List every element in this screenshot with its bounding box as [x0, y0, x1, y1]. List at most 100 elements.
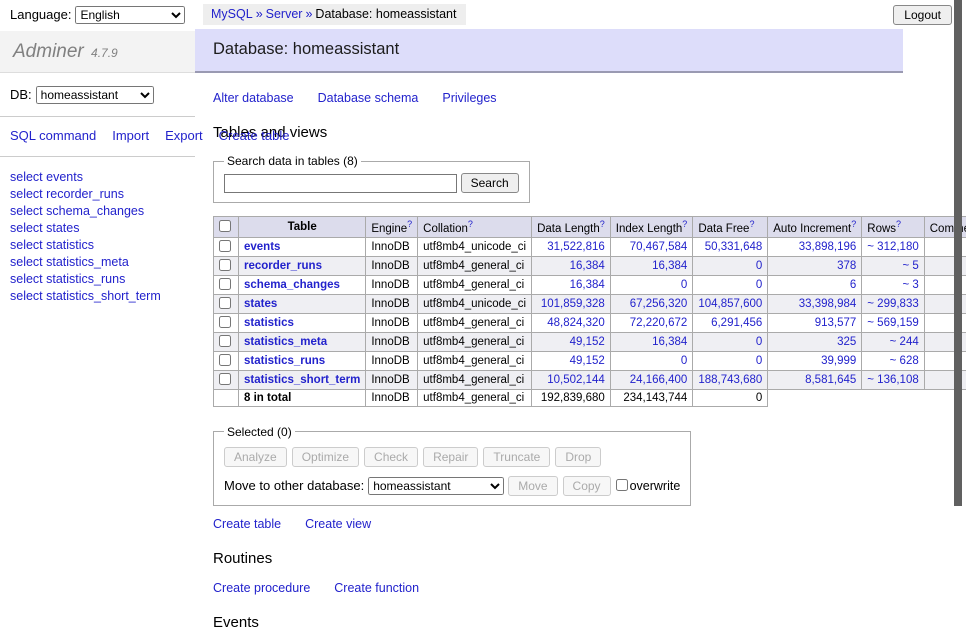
help-link[interactable]: ? [468, 219, 473, 229]
data-free-link[interactable]: 188,743,680 [698, 374, 762, 386]
overwrite-checkbox[interactable] [616, 479, 628, 491]
data-free-link[interactable]: 0 [756, 260, 762, 272]
auto-increment-link[interactable]: 913,577 [815, 317, 857, 329]
rows-link[interactable]: ~ 569,159 [867, 317, 918, 329]
copy-button[interactable]: Copy [563, 476, 611, 496]
data-free-link[interactable]: 104,857,600 [698, 298, 762, 310]
data-free-link[interactable]: 50,331,648 [705, 241, 763, 253]
sidebar-table-link[interactable]: select statistics [10, 238, 94, 252]
create-procedure-link[interactable]: Create procedure [213, 581, 310, 595]
auto-increment-link[interactable]: 6 [850, 279, 856, 291]
index-length-link[interactable]: 67,256,320 [630, 298, 688, 310]
alter-database-link[interactable]: Alter database [213, 91, 294, 105]
create-function-link[interactable]: Create function [334, 581, 419, 595]
index-length-link[interactable]: 16,384 [652, 260, 687, 272]
truncate-button[interactable]: Truncate [483, 447, 550, 467]
repair-button[interactable]: Repair [423, 447, 478, 467]
index-length-link[interactable]: 24,166,400 [630, 374, 688, 386]
create-table-link[interactable]: Create table [213, 517, 281, 531]
move-button[interactable]: Move [508, 476, 557, 496]
data-length-link[interactable]: 31,522,816 [547, 241, 605, 253]
data-length-link[interactable]: 49,152 [570, 355, 605, 367]
table-name-link[interactable]: recorder_runs [244, 260, 322, 272]
sidebar-table-link[interactable]: select states [10, 221, 79, 235]
table-name-link[interactable]: events [244, 241, 280, 253]
auto-increment-link[interactable]: 39,999 [821, 355, 856, 367]
row-checkbox[interactable] [219, 373, 231, 385]
sidebar-table-link[interactable]: select statistics_short_term [10, 289, 161, 303]
logout-button[interactable]: Logout [893, 5, 952, 25]
data-length-link[interactable]: 49,152 [570, 336, 605, 348]
data-length-link[interactable]: 101,859,328 [541, 298, 605, 310]
optimize-button[interactable]: Optimize [292, 447, 359, 467]
data-free-link[interactable]: 0 [756, 355, 762, 367]
row-checkbox[interactable] [219, 278, 231, 290]
index-length-link[interactable]: 72,220,672 [630, 317, 688, 329]
sidebar-table-link[interactable]: select schema_changes [10, 204, 144, 218]
table-name-link[interactable]: statistics_runs [244, 355, 325, 367]
breadcrumb-mysql-link[interactable]: MySQL [211, 7, 253, 21]
rows-link[interactable]: ~ 628 [890, 355, 919, 367]
row-checkbox[interactable] [219, 354, 231, 366]
search-button[interactable]: Search [461, 173, 519, 193]
table-name-link[interactable]: statistics_short_term [244, 374, 360, 386]
row-checkbox[interactable] [219, 316, 231, 328]
help-link[interactable]: ? [682, 219, 687, 229]
select-all-checkbox[interactable] [219, 220, 231, 232]
rows-link[interactable]: ~ 244 [890, 336, 919, 348]
import-link[interactable]: Import [112, 128, 149, 143]
help-link[interactable]: ? [851, 219, 856, 229]
language-select[interactable]: English [75, 6, 185, 24]
sql-command-link[interactable]: SQL command [10, 128, 96, 143]
auto-increment-link[interactable]: 33,898,196 [799, 241, 857, 253]
rows-link[interactable]: ~ 299,833 [867, 298, 918, 310]
table-name-link[interactable]: schema_changes [244, 279, 340, 291]
db-select[interactable]: homeassistant [36, 86, 154, 104]
sidebar-table-link[interactable]: select statistics_meta [10, 255, 129, 269]
row-checkbox[interactable] [219, 297, 231, 309]
help-link[interactable]: ? [749, 219, 754, 229]
database-schema-link[interactable]: Database schema [318, 91, 419, 105]
auto-increment-link[interactable]: 33,398,984 [799, 298, 857, 310]
data-free-link[interactable]: 6,291,456 [711, 317, 762, 329]
auto-increment-link[interactable]: 8,581,645 [805, 374, 856, 386]
help-link[interactable]: ? [407, 219, 412, 229]
row-checkbox[interactable] [219, 259, 231, 271]
table-name-link[interactable]: states [244, 298, 277, 310]
move-db-select[interactable]: homeassistant [368, 477, 504, 495]
auto-increment-link[interactable]: 378 [837, 260, 856, 272]
data-length-link[interactable]: 16,384 [570, 279, 605, 291]
index-length-link[interactable]: 0 [681, 279, 687, 291]
table-name-link[interactable]: statistics_meta [244, 336, 327, 348]
data-free-link[interactable]: 0 [756, 279, 762, 291]
table-name-link[interactable]: statistics [244, 317, 294, 329]
rows-link[interactable]: ~ 136,108 [867, 374, 918, 386]
rows-link[interactable]: ~ 312,180 [867, 241, 918, 253]
row-checkbox[interactable] [219, 335, 231, 347]
rows-link[interactable]: ~ 3 [902, 279, 918, 291]
auto-increment-link[interactable]: 325 [837, 336, 856, 348]
search-input[interactable] [224, 174, 457, 193]
help-link[interactable]: ? [600, 219, 605, 229]
analyze-button[interactable]: Analyze [224, 447, 287, 467]
index-length-link[interactable]: 0 [681, 355, 687, 367]
create-table-link-sidebar[interactable]: Create table [219, 128, 290, 143]
help-link[interactable]: ? [896, 219, 901, 229]
breadcrumb-server-link[interactable]: Server [266, 7, 303, 21]
create-view-link[interactable]: Create view [305, 517, 371, 531]
index-length-link[interactable]: 70,467,584 [630, 241, 688, 253]
index-length-link[interactable]: 16,384 [652, 336, 687, 348]
privileges-link[interactable]: Privileges [442, 91, 496, 105]
sidebar-table-link[interactable]: select statistics_runs [10, 272, 125, 286]
rows-link[interactable]: ~ 5 [902, 260, 918, 272]
sidebar-table-link[interactable]: select events [10, 170, 83, 184]
data-free-link[interactable]: 0 [756, 336, 762, 348]
drop-button[interactable]: Drop [555, 447, 601, 467]
export-link[interactable]: Export [165, 128, 203, 143]
sidebar-table-link[interactable]: select recorder_runs [10, 187, 124, 201]
data-length-link[interactable]: 10,502,144 [547, 374, 605, 386]
check-button[interactable]: Check [364, 447, 418, 467]
vertical-scrollbar-thumb[interactable] [954, 0, 962, 506]
data-length-link[interactable]: 48,824,320 [547, 317, 605, 329]
row-checkbox[interactable] [219, 240, 231, 252]
